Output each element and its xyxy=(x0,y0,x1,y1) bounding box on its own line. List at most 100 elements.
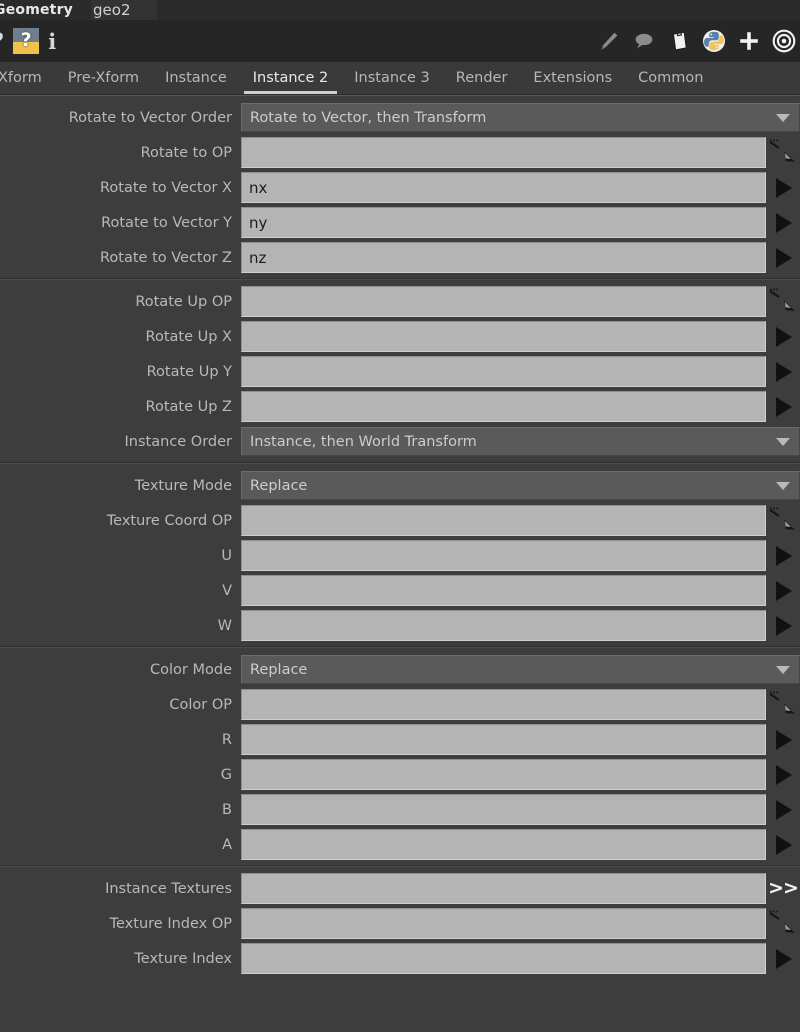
parameter-label: Color OP xyxy=(169,696,232,713)
parameter-input[interactable] xyxy=(241,759,766,790)
clipboard-icon[interactable] xyxy=(667,29,691,53)
parameter-row: Rotate to Vector Y ny xyxy=(0,207,800,238)
toolbar-right-group xyxy=(597,20,796,62)
plus-add-icon[interactable] xyxy=(737,29,761,53)
jump-to-node-arrow-icon xyxy=(769,691,795,714)
tab-instance[interactable]: Instance xyxy=(152,70,240,94)
expand-multiparm-button[interactable]: >> xyxy=(766,873,800,904)
parameter-label: Rotate Up OP xyxy=(135,293,232,310)
expression-play-button[interactable] xyxy=(766,321,800,352)
parameter-group: Color Mode Replace Color OP R G B A xyxy=(0,646,800,866)
parameter-label: Rotate Up X xyxy=(145,328,232,345)
play-triangle-icon xyxy=(776,729,792,750)
comment-bubble-icon[interactable] xyxy=(632,29,656,53)
expression-play-button[interactable] xyxy=(766,794,800,825)
play-triangle-icon xyxy=(776,948,792,969)
parameter-input[interactable]: ny xyxy=(241,207,766,238)
play-triangle-icon xyxy=(776,764,792,785)
parameter-input[interactable]: nz xyxy=(241,242,766,273)
dropdown-selected-value: Replace xyxy=(250,477,308,494)
dropdown-selected-value: Replace xyxy=(250,661,308,678)
parameter-dropdown[interactable]: Rotate to Vector, then Transform xyxy=(241,103,800,132)
expression-play-button[interactable] xyxy=(766,540,800,571)
tab-pre-xform[interactable]: Pre-Xform xyxy=(55,70,152,94)
parameter-label: Texture Mode xyxy=(134,477,232,494)
expression-play-button[interactable] xyxy=(766,829,800,860)
parameter-input[interactable] xyxy=(241,391,766,422)
parameter-label: R xyxy=(221,731,232,748)
parameter-label: U xyxy=(221,547,232,564)
help-question-plain-icon[interactable]: ? xyxy=(0,30,4,52)
parameter-label: Rotate Up Z xyxy=(145,398,232,415)
expression-play-button[interactable] xyxy=(766,356,800,387)
parameter-input[interactable] xyxy=(241,829,766,860)
jump-to-node-button[interactable] xyxy=(766,286,800,317)
parameter-input[interactable] xyxy=(241,321,766,352)
info-icon[interactable]: i xyxy=(48,31,56,52)
parameter-input[interactable] xyxy=(241,505,766,536)
parameter-input[interactable] xyxy=(241,356,766,387)
expression-play-button[interactable] xyxy=(766,724,800,755)
parameter-input[interactable] xyxy=(241,794,766,825)
parameter-input[interactable]: nx xyxy=(241,172,766,203)
parameter-row: Color OP xyxy=(0,689,800,720)
parameter-input[interactable] xyxy=(241,689,766,720)
tab-instance-3[interactable]: Instance 3 xyxy=(341,70,443,94)
parameter-dropdown[interactable]: Replace xyxy=(241,471,800,500)
jump-to-node-button[interactable] xyxy=(766,137,800,168)
expression-play-button[interactable] xyxy=(766,391,800,422)
target-gimbal-icon[interactable] xyxy=(772,29,796,53)
expression-play-button[interactable] xyxy=(766,242,800,273)
node-type-label: Geometry xyxy=(0,2,74,18)
expression-play-button[interactable] xyxy=(766,610,800,641)
tab-extensions[interactable]: Extensions xyxy=(520,70,625,94)
parameter-group: Rotate to Vector Order Rotate to Vector, … xyxy=(0,96,800,279)
parameter-input[interactable] xyxy=(241,540,766,571)
parameter-dropdown[interactable]: Replace xyxy=(241,655,800,684)
node-name-field[interactable]: geo2 xyxy=(91,0,157,20)
help-icon-question-glyph: ? xyxy=(20,28,32,51)
expression-play-button[interactable] xyxy=(766,575,800,606)
pencil-edit-icon[interactable] xyxy=(597,29,621,53)
jump-to-node-arrow-icon xyxy=(769,139,795,162)
jump-to-node-arrow-icon xyxy=(769,288,795,311)
parameter-tabbar: Xform Pre-Xform Instance Instance 2 Instance… xyxy=(0,62,800,96)
parameter-label: Rotate Up Y xyxy=(146,363,232,380)
parameter-group: Texture Mode Replace Texture Coord OP U V W xyxy=(0,462,800,647)
parameter-label: W xyxy=(217,617,232,634)
parameter-input[interactable] xyxy=(241,943,766,974)
parameter-row: Texture Index OP xyxy=(0,908,800,939)
parameter-body: Rotate to Vector Order Rotate to Vector, … xyxy=(0,96,800,980)
play-triangle-icon xyxy=(776,615,792,636)
parameter-input[interactable] xyxy=(241,610,766,641)
jump-to-node-button[interactable] xyxy=(766,505,800,536)
parameter-input[interactable] xyxy=(241,724,766,755)
play-triangle-icon xyxy=(776,247,792,268)
parameter-input[interactable] xyxy=(241,575,766,606)
parameter-row: Rotate Up Z xyxy=(0,391,800,422)
tab-xform[interactable]: Xform xyxy=(0,70,55,94)
python-logo-icon[interactable] xyxy=(702,29,726,53)
parameter-label: V xyxy=(222,582,232,599)
parameter-dropdown[interactable]: Instance, then World Transform xyxy=(241,427,800,456)
expression-play-button[interactable] xyxy=(766,943,800,974)
chevron-down-icon xyxy=(776,665,790,674)
tab-render[interactable]: Render xyxy=(443,70,521,94)
parameter-row: V xyxy=(0,575,800,606)
tab-common[interactable]: Common xyxy=(625,70,716,94)
parameter-input[interactable] xyxy=(241,873,766,904)
tab-instance-2[interactable]: Instance 2 xyxy=(240,70,342,94)
expression-play-button[interactable] xyxy=(766,172,800,203)
parameter-row: G xyxy=(0,759,800,790)
parameter-input[interactable] xyxy=(241,908,766,939)
expression-play-button[interactable] xyxy=(766,207,800,238)
jump-to-node-button[interactable] xyxy=(766,908,800,939)
parameter-label: Instance Textures xyxy=(105,880,232,897)
parameter-input[interactable] xyxy=(241,137,766,168)
expression-play-button[interactable] xyxy=(766,759,800,790)
parameter-row: R xyxy=(0,724,800,755)
parameter-input[interactable] xyxy=(241,286,766,317)
play-triangle-icon xyxy=(776,212,792,233)
help-question-highlight-icon[interactable]: ? xyxy=(13,28,40,54)
jump-to-node-button[interactable] xyxy=(766,689,800,720)
